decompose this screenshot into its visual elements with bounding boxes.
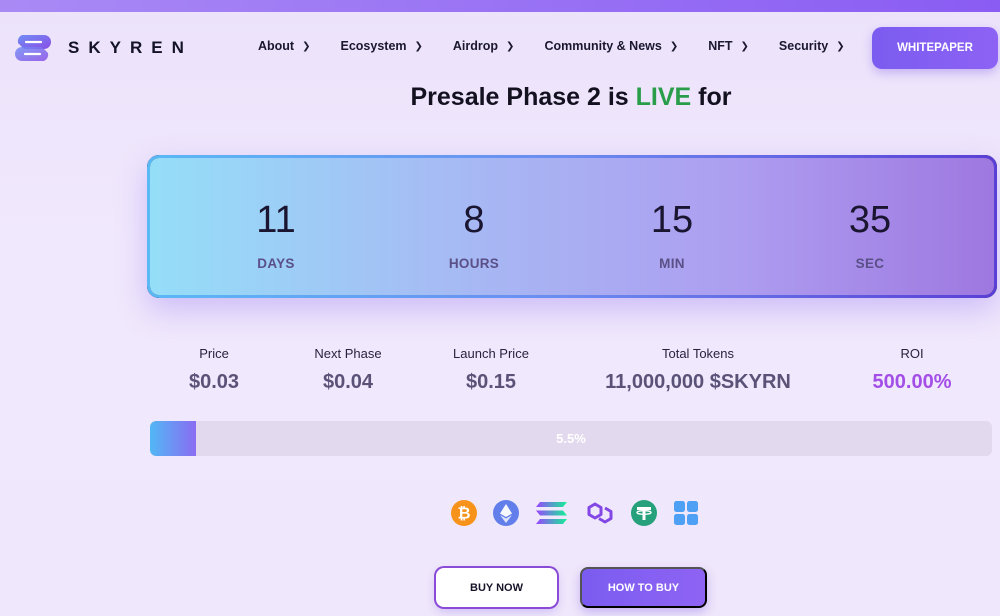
stat-total-tokens: Total Tokens 11,000,000 $SKYRN <box>588 346 808 394</box>
presale-headline: Presale Phase 2 is LIVE for <box>0 83 1000 112</box>
solana-icon <box>534 499 570 527</box>
payment-coins: ₿ <box>450 499 714 527</box>
nav-item-community-news[interactable]: Community & News ❯ <box>544 39 678 53</box>
main-nav: About ❯ Ecosystem ❯ Airdrop ❯ Community & N… <box>258 39 875 53</box>
nav-item-security[interactable]: Security ❯ <box>779 39 845 53</box>
nav-label: About <box>258 39 295 53</box>
brand-name: SKYREN <box>68 38 193 57</box>
nav-label: NFT <box>708 39 733 53</box>
countdown-seconds-value: 35 <box>848 199 892 241</box>
buy-now-button[interactable]: BUY NOW <box>436 568 557 607</box>
tether-icon <box>630 499 658 527</box>
ethereum-icon <box>492 499 520 527</box>
bnb-grid-icon <box>672 499 700 527</box>
stat-next-phase: Next Phase $0.04 <box>298 346 398 394</box>
progress-text: 5.5% <box>556 431 586 446</box>
stat-launch-price: Launch Price $0.15 <box>431 346 551 394</box>
nav-item-airdrop[interactable]: Airdrop ❯ <box>453 39 515 53</box>
countdown-minutes-value: 15 <box>650 199 694 241</box>
nav-item-about[interactable]: About ❯ <box>258 39 311 53</box>
nav-label: Airdrop <box>452 39 499 53</box>
brand-logo[interactable]: SKYREN <box>14 33 193 63</box>
nav-label: Security <box>778 39 829 53</box>
countdown-minutes-label: MIN <box>659 256 685 271</box>
stat-roi: ROI 500.00% <box>852 346 972 394</box>
nav-item-ecosystem[interactable]: Ecosystem ❯ <box>341 39 423 53</box>
countdown-minutes: 15 MIN <box>572 200 772 271</box>
countdown-days: 11 DAYS <box>176 200 376 271</box>
stat-value: 11,000,000 $SKYRN <box>605 371 791 393</box>
chevron-right-icon: ❯ <box>414 40 423 52</box>
polygon-icon <box>584 499 616 527</box>
headline-prefix: Presale Phase 2 is <box>410 83 636 111</box>
chevron-right-icon: ❯ <box>669 40 679 52</box>
nav-label: Ecosystem <box>340 39 407 53</box>
how-to-buy-button[interactable]: HOW TO BUY <box>580 567 707 608</box>
top-gradient-strip <box>0 0 1000 12</box>
countdown-days-value: 11 <box>256 199 296 241</box>
stat-value: $0.03 <box>188 371 240 393</box>
stat-label: Next Phase <box>314 346 382 361</box>
stat-value: $0.04 <box>322 371 374 393</box>
whitepaper-button[interactable]: WHITEPAPER <box>872 27 998 69</box>
live-highlight: LIVE <box>635 83 692 111</box>
stat-value: 500.00% <box>872 371 952 393</box>
countdown-seconds-label: SEC <box>855 256 885 271</box>
stat-label: ROI <box>900 346 924 361</box>
presale-progress-bar: 5.5% <box>150 421 992 456</box>
headline-suffix: for <box>691 83 732 111</box>
countdown-days-label: DAYS <box>257 256 295 271</box>
countdown-timer: 11 DAYS 8 HOURS 15 MIN 35 SEC <box>147 155 997 298</box>
nav-item-nft[interactable]: NFT ❯ <box>708 39 749 53</box>
nav-label: Community & News <box>544 39 662 53</box>
chevron-right-icon: ❯ <box>836 40 845 52</box>
chevron-right-icon: ❯ <box>506 40 515 52</box>
countdown-hours: 8 HOURS <box>374 200 574 271</box>
stat-label: Launch Price <box>453 346 529 361</box>
stat-value: $0.15 <box>465 371 517 393</box>
stat-label: Total Tokens <box>661 346 735 361</box>
countdown-hours-value: 8 <box>463 199 485 241</box>
bitcoin-icon: ₿ <box>450 499 478 527</box>
countdown-hours-label: HOURS <box>448 256 500 271</box>
svg-text:₿: ₿ <box>457 505 470 523</box>
stat-label: Price <box>199 346 229 361</box>
stat-price: Price $0.03 <box>164 346 264 394</box>
chevron-right-icon: ❯ <box>740 40 749 52</box>
skyren-logo-icon <box>14 33 52 63</box>
countdown-seconds: 35 SEC <box>770 200 970 271</box>
chevron-right-icon: ❯ <box>302 40 311 52</box>
